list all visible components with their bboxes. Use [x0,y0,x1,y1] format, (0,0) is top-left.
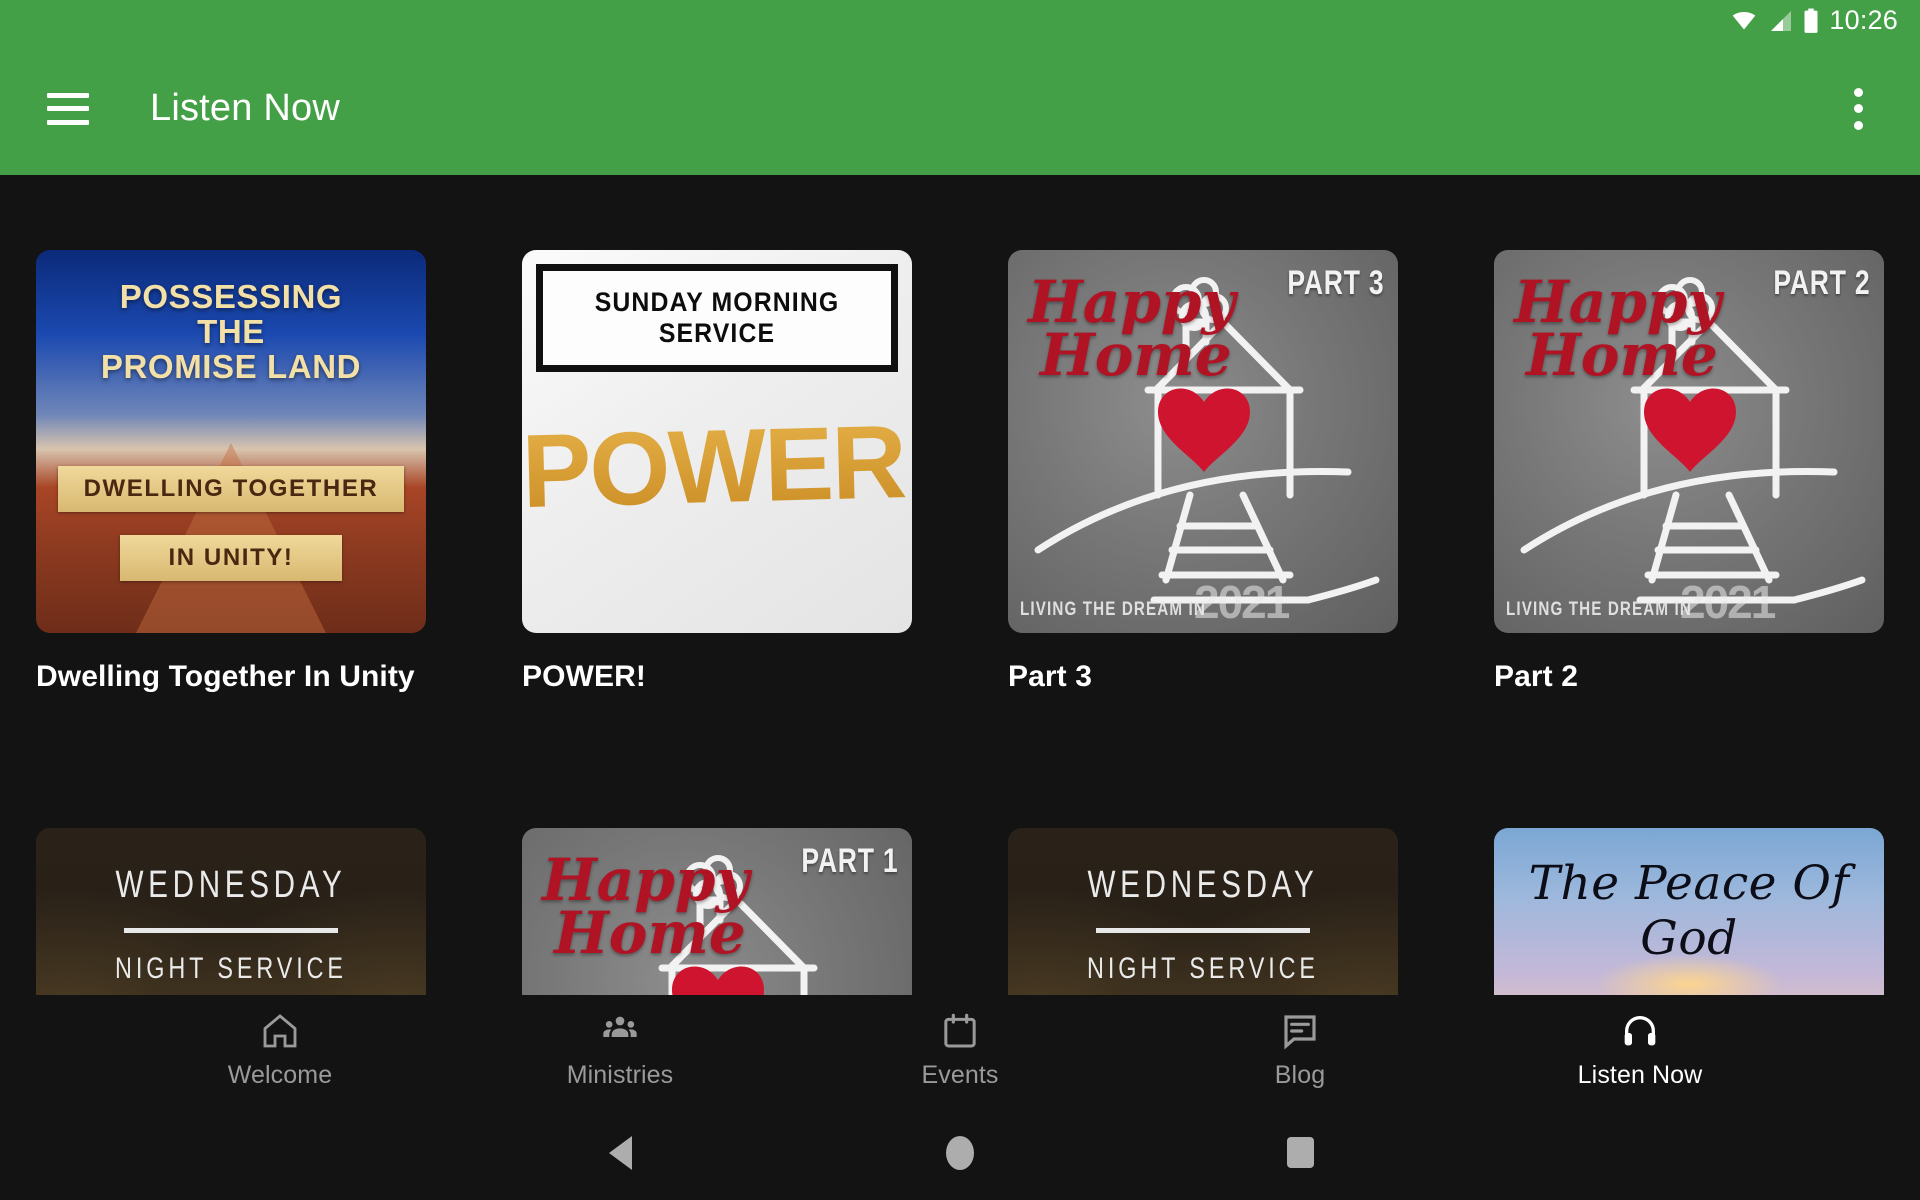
system-nav-slot [1130,1137,1470,1168]
media-grid-row-1: POSSESSING THE PROMISE LAND DWELLING TOG… [0,175,1920,694]
battery-icon [1804,8,1818,33]
media-card[interactable]: Happy Home PART 2 LIVING THE DREAM IN 20… [1494,250,1884,694]
status-bar: 10:26 [0,0,1920,42]
media-card-thumbnail[interactable]: POSSESSING THE PROMISE LAND DWELLING TOG… [36,250,426,633]
status-bar-time: 10:26 [1829,4,1898,35]
media-card[interactable]: WEDNESDAY NIGHT SERVICE [36,828,426,1005]
artwork-line-2: THE [197,312,265,350]
nav-item-blog[interactable]: Blog [1130,1011,1470,1090]
nav-label: Welcome [227,1060,333,1089]
media-card-thumbnail[interactable]: SUNDAY MORNING SERVICE POWER! [522,250,912,633]
artwork-wednesday-night-service: WEDNESDAY NIGHT SERVICE [36,828,426,1005]
artwork-header-text: SUNDAY MORNING SERVICE [594,287,840,348]
artwork-the-peace-of-god: The Peace Of God [1494,828,1884,1005]
artwork-divider [1096,928,1310,934]
media-card-thumbnail[interactable]: WEDNESDAY NIGHT SERVICE [1008,828,1398,1005]
artwork-part-label: PART 3 [1286,264,1384,302]
system-nav-slot [450,1135,790,1170]
media-card-title: POWER! [522,660,646,693]
back-triangle-icon[interactable] [608,1135,632,1170]
media-card-title: Dwelling Together In Unity [36,660,415,693]
page-title: Listen Now [150,87,340,129]
media-card-thumbnail[interactable]: WEDNESDAY NIGHT SERVICE [36,828,426,1005]
artwork-part-label: PART 2 [1772,264,1870,302]
app-bar: Listen Now [0,42,1920,175]
media-card-thumbnail[interactable]: The Peace Of God [1494,828,1884,1005]
media-card-thumbnail[interactable]: Happy Home PART 2 LIVING THE DREAM IN 20… [1494,250,1884,633]
media-card-title: Part 3 [1008,660,1092,693]
artwork-script-text: Happy Home [1514,273,1721,390]
artwork-divider [124,928,338,934]
headphones-icon [1624,1015,1656,1045]
more-vertical-icon[interactable] [1838,85,1878,133]
message-icon [1284,1014,1316,1049]
nav-item-welcome[interactable]: Welcome [110,1011,450,1090]
calendar-icon [944,1013,976,1047]
artwork-band-1: DWELLING TOGETHER [58,466,404,512]
artwork-tagline: LIVING THE DREAM IN [1506,599,1692,620]
system-nav-slot [790,1135,1130,1170]
artwork-line-3: PROMISE LAND [100,347,362,385]
artwork-year: 2021 [1194,576,1290,628]
recents-square-icon[interactable] [1286,1137,1314,1168]
artwork-script-text: Happy Home [1028,273,1235,390]
artwork-wednesday-night-service: WEDNESDAY NIGHT SERVICE [1008,828,1398,1005]
artwork-line-1: WEDNESDAY [1087,864,1319,907]
media-grid-row-2: WEDNESDAY NIGHT SERVICE Happy Home PART … [0,694,1920,1005]
status-bar-icons [1729,8,1819,34]
media-card-title: Part 2 [1494,660,1578,693]
artwork-line-2: NIGHT SERVICE [115,952,347,986]
artwork-happy-home-part-2: Happy Home PART 2 LIVING THE DREAM IN 20… [1494,250,1884,633]
artwork-headline: POWER! [522,403,912,531]
nav-item-ministries[interactable]: Ministries [450,1011,790,1090]
artwork-line-1: WEDNESDAY [115,864,347,907]
artwork-line-2: NIGHT SERVICE [1087,952,1319,986]
nav-label: Blog [1274,1060,1326,1089]
media-card[interactable]: The Peace Of God [1494,828,1884,1005]
media-card[interactable]: WEDNESDAY NIGHT SERVICE [1008,828,1398,1005]
artwork-script-text: Happy Home [542,851,749,968]
artwork-line-1: POSSESSING [119,278,343,315]
bottom-navigation-bar: Welcome Ministries Events Blog Listen No… [0,995,1920,1105]
nav-item-events[interactable]: Events [790,1011,1130,1090]
media-card[interactable]: Happy Home PART 1 LIVING THE DREAM IN 20… [522,828,912,1005]
nav-label: Events [921,1060,999,1089]
android-system-navigation [0,1105,1920,1200]
artwork-tagline: LIVING THE DREAM IN [1020,599,1206,620]
artwork-sunday-morning-service-power: SUNDAY MORNING SERVICE POWER! [522,250,912,633]
artwork-part-label: PART 1 [800,842,898,881]
artwork-script-line-2: Home [1526,321,1718,390]
wifi-icon [1733,12,1756,30]
listen-now-content: POSSESSING THE PROMISE LAND DWELLING TOG… [0,175,1920,1005]
media-card-thumbnail[interactable]: Happy Home PART 1 LIVING THE DREAM IN 20… [522,828,912,1005]
nav-item-listen-now[interactable]: Listen Now [1470,1011,1810,1090]
artwork-happy-home-part-1: Happy Home PART 1 LIVING THE DREAM IN 20… [522,828,912,1005]
nav-label: Ministries [566,1060,674,1089]
nav-label: Listen Now [1577,1060,1703,1089]
media-card-thumbnail[interactable]: Happy Home PART 3 LIVING THE DREAM IN 20… [1008,250,1398,633]
home-icon [263,1013,297,1047]
artwork-year: 2021 [1680,576,1776,628]
media-card[interactable]: POSSESSING THE PROMISE LAND DWELLING TOG… [36,250,426,694]
artwork-happy-home-part-3: Happy Home PART 3 LIVING THE DREAM IN 20… [1008,250,1398,633]
media-card[interactable]: Happy Home PART 3 LIVING THE DREAM IN 20… [1008,250,1398,694]
artwork-script-line-2: Home [1040,321,1232,390]
artwork-header-box: SUNDAY MORNING SERVICE [536,264,898,372]
people-icon [603,1016,637,1037]
artwork-heading: POSSESSING THE PROMISE LAND [36,278,426,385]
heart-shape [1158,388,1250,472]
media-card[interactable]: SUNDAY MORNING SERVICE POWER! POWER! [522,250,912,694]
cellular-signal-icon [1771,11,1792,31]
artwork-script-line-2: Home [554,899,746,968]
artwork-title: The Peace Of God [1528,856,1850,967]
hamburger-menu-icon[interactable] [47,92,89,125]
artwork-band-2: IN UNITY! [120,535,342,581]
app-root: 10:26 Listen Now POSSESSING THE PROMISE … [0,0,1920,1200]
heart-shape [1644,388,1736,472]
home-circle-icon[interactable] [946,1135,974,1170]
artwork-possessing-the-promise-land: POSSESSING THE PROMISE LAND DWELLING TOG… [36,250,426,633]
